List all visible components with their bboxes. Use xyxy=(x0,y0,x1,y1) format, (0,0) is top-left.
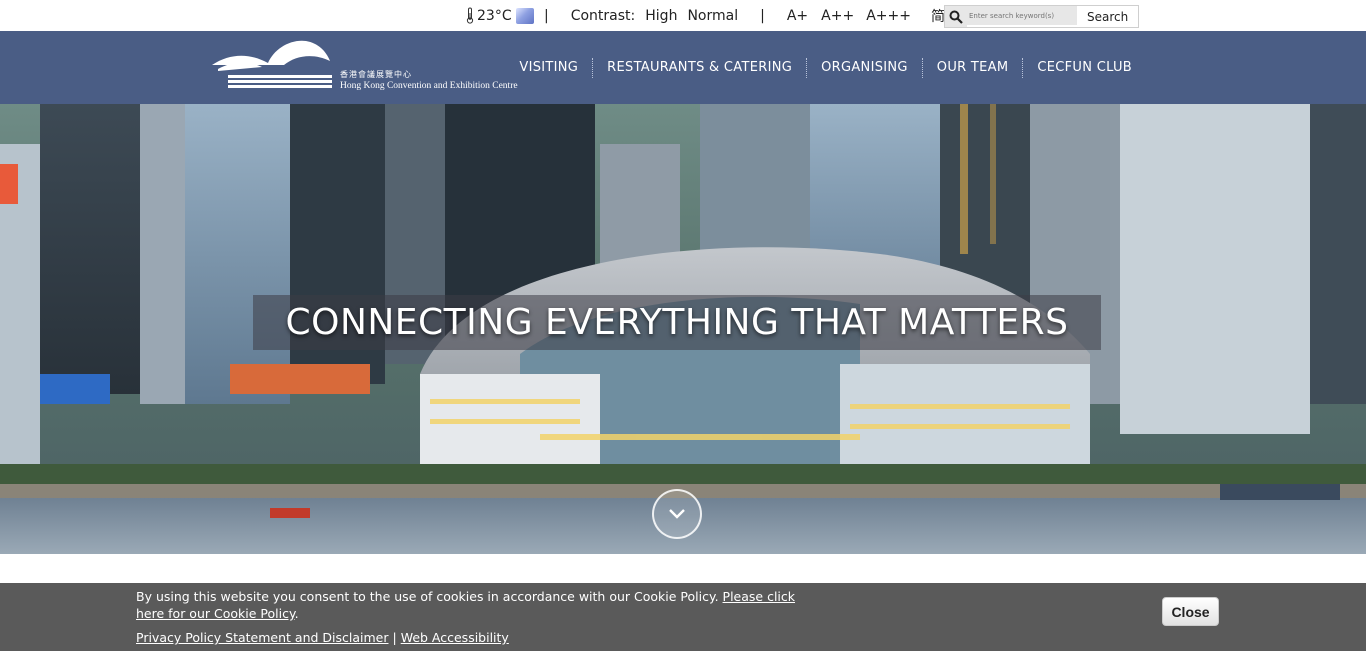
hkcec-logo-mark xyxy=(212,40,332,88)
utility-weather: 23°C xyxy=(466,0,534,31)
cookie-footer-links: Privacy Policy Statement and Disclaimer … xyxy=(136,630,509,645)
hero-title: CONNECTING EVERYTHING THAT MATTERS xyxy=(285,302,1069,343)
main-nav: VISITING RESTAURANTS & CATERING ORGANISI… xyxy=(505,31,1132,104)
lang-simplified-link[interactable]: 简 xyxy=(931,6,945,26)
cookie-message: By using this website you consent to the… xyxy=(136,589,719,604)
utility-separator: | xyxy=(544,7,549,24)
thermometer-icon xyxy=(466,7,474,24)
chevron-down-icon xyxy=(669,509,685,519)
search-button[interactable]: Search xyxy=(1077,6,1139,27)
utility-bar: 23°C | Contrast: High Normal | A+ A++ A+… xyxy=(0,0,1366,31)
web-accessibility-link[interactable]: Web Accessibility xyxy=(401,630,509,645)
hkcec-logo[interactable]: 香港會議展覽中心 Hong Kong Convention and Exhibi… xyxy=(210,39,518,95)
contrast-label: Contrast: xyxy=(570,7,636,24)
search-icon[interactable] xyxy=(945,6,967,27)
temperature-text: 23°C xyxy=(477,7,512,24)
nav-cecfun-club[interactable]: CECFUN CLUB xyxy=(1023,60,1132,75)
close-button[interactable]: Close xyxy=(1162,597,1219,626)
scroll-down-button[interactable] xyxy=(652,489,702,539)
nav-organising[interactable]: ORGANISING xyxy=(807,60,922,75)
links-separator: | xyxy=(392,630,397,645)
privacy-policy-link[interactable]: Privacy Policy Statement and Disclaimer xyxy=(136,630,389,645)
nav-restaurants-catering[interactable]: RESTAURANTS & CATERING xyxy=(593,60,806,75)
search-bar: Search xyxy=(944,5,1140,28)
utility-settings: | Contrast: High Normal | A+ A++ A+++ 简 … xyxy=(544,0,992,31)
logo-chinese-name: 香港會議展覽中心 xyxy=(340,70,412,79)
contrast-high-link[interactable]: High xyxy=(645,8,677,24)
font-size-small-link[interactable]: A+ xyxy=(787,8,808,24)
hero-banner: CONNECTING EVERYTHING THAT MATTERS xyxy=(0,104,1366,554)
weather-cloud-icon xyxy=(515,7,534,24)
cookie-banner: By using this website you consent to the… xyxy=(0,583,1366,651)
font-size-large-link[interactable]: A+++ xyxy=(866,8,911,24)
site-header: 香港會議展覽中心 Hong Kong Convention and Exhibi… xyxy=(0,31,1366,104)
cookie-consent-text: By using this website you consent to the… xyxy=(136,588,796,622)
font-size-medium-link[interactable]: A++ xyxy=(821,8,854,24)
search-input[interactable] xyxy=(967,6,1077,25)
utility-separator: | xyxy=(760,7,765,24)
cookie-end-period: . xyxy=(294,606,299,621)
nav-our-team[interactable]: OUR TEAM xyxy=(923,60,1023,75)
nav-visiting[interactable]: VISITING xyxy=(505,60,592,75)
logo-english-name: Hong Kong Convention and Exhibition Cent… xyxy=(340,81,518,91)
contrast-normal-link[interactable]: Normal xyxy=(687,8,738,24)
